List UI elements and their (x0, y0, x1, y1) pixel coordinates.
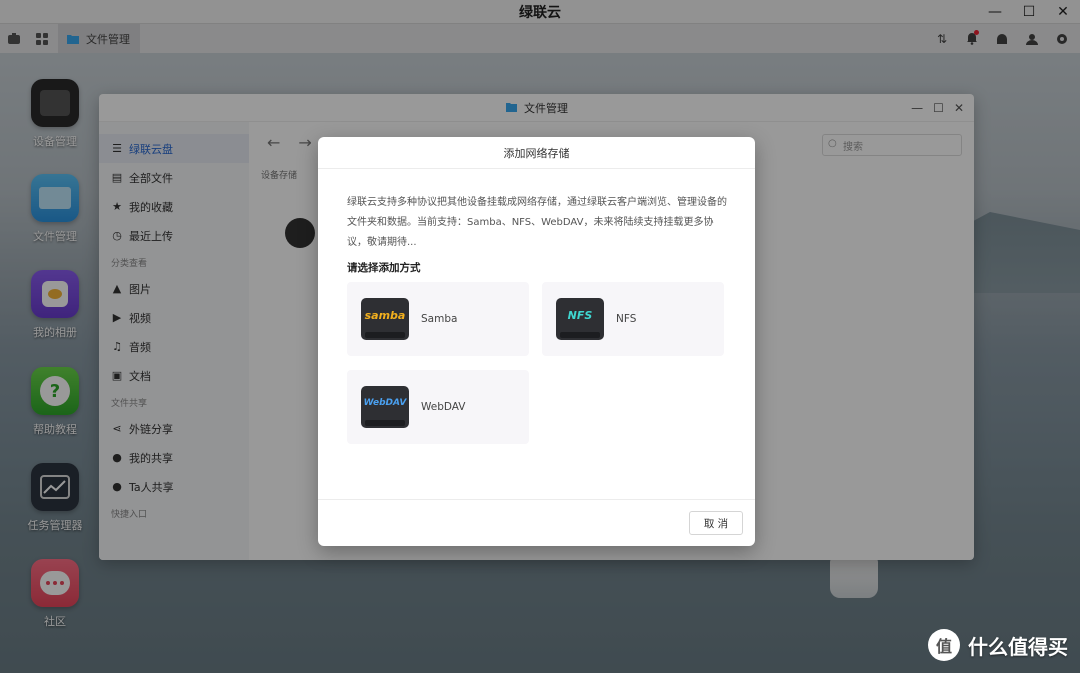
protocol-option-samba[interactable]: samba Samba (347, 282, 529, 356)
samba-badge: samba (364, 308, 406, 322)
nfs-badge: NFS (567, 308, 593, 322)
webdav-icon: WebDAV (361, 386, 409, 428)
watermark-text: 什么值得买 (968, 634, 1068, 659)
cancel-button[interactable]: 取 消 (689, 511, 743, 535)
protocol-label: NFS (616, 313, 637, 325)
dialog-subtitle: 请选择添加方式 (347, 262, 421, 274)
dialog-description: 绿联云支持多种协议把其他设备挂载成网络存储，通过绿联云客户端浏览、管理设备的文件… (347, 197, 727, 248)
dialog-title: 添加网络存储 (318, 137, 755, 169)
watermark: 值 什么值得买 (928, 629, 1068, 661)
webdav-badge: WebDAV (363, 398, 407, 408)
protocol-option-nfs[interactable]: NFS NFS (542, 282, 724, 356)
dialog-footer: 取 消 (318, 499, 755, 546)
protocol-label: WebDAV (421, 401, 466, 413)
samba-icon: samba (361, 298, 409, 340)
watermark-logo: 值 (928, 629, 960, 661)
protocol-label: Samba (421, 313, 458, 325)
nfs-icon: NFS (556, 298, 604, 340)
add-network-storage-dialog: 添加网络存储 绿联云支持多种协议把其他设备挂载成网络存储，通过绿联云客户端浏览、… (318, 137, 755, 546)
protocol-option-webdav[interactable]: WebDAV WebDAV (347, 370, 529, 444)
